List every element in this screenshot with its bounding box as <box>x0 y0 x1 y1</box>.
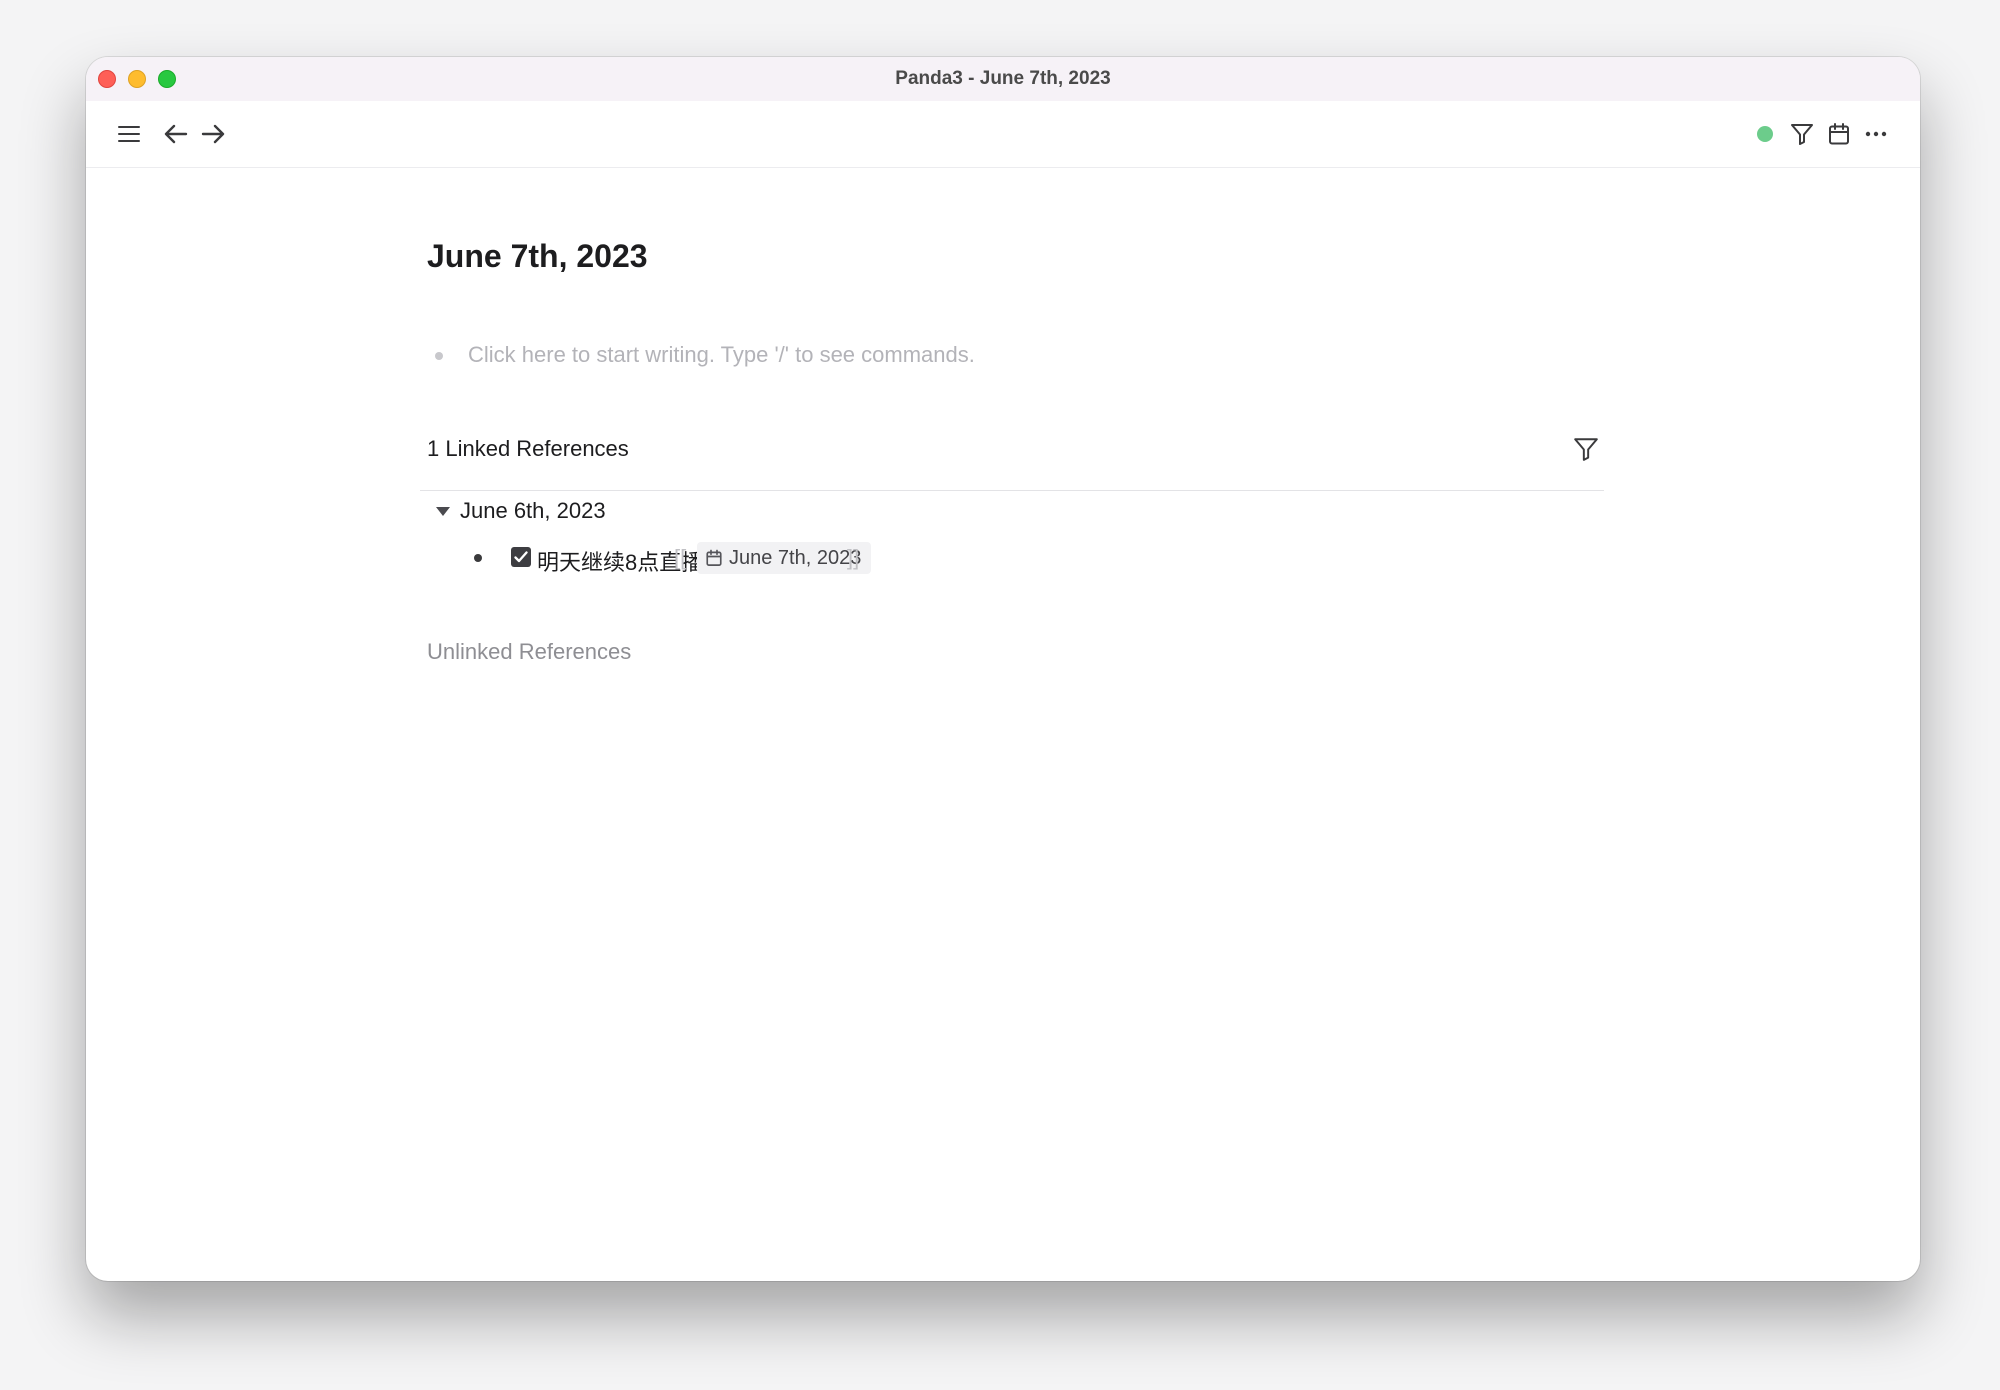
editor-placeholder[interactable]: Click here to start writing. Type '/' to… <box>468 342 975 368</box>
page-reference-text: June 7th, 2023 <box>729 546 862 569</box>
filter-icon[interactable] <box>1573 436 1599 462</box>
title-bar: Panda3 - June 7th, 2023 <box>86 57 1920 102</box>
linked-references-title: 1 Linked References <box>427 436 629 461</box>
page-content: June 7th, 2023 Click here to start writi… <box>86 168 1920 1281</box>
page-title[interactable]: June 7th, 2023 <box>427 238 648 275</box>
block-bullet[interactable] <box>474 554 482 562</box>
todo-checkbox[interactable] <box>511 547 531 567</box>
toolbar <box>86 101 1920 168</box>
window-title: Panda3 - June 7th, 2023 <box>895 68 1111 89</box>
empty-block-bullet[interactable] <box>435 352 443 360</box>
linked-references-header: 1 Linked References <box>420 430 1604 491</box>
collapse-caret-icon[interactable] <box>436 507 450 516</box>
more-icon[interactable] <box>1862 121 1890 147</box>
calendar-icon <box>706 549 722 566</box>
checkmark-icon <box>514 551 528 563</box>
page-reference-link[interactable]: June 7th, 2023 <box>697 542 872 574</box>
link-bracket-open: [[ <box>674 545 687 570</box>
filter-icon[interactable] <box>1789 121 1815 147</box>
arrow-left-icon[interactable] <box>162 120 190 148</box>
app-window: Panda3 - June 7th, 2023 June 7th, 2023 C… <box>86 57 1920 1281</box>
unlinked-references-title[interactable]: Unlinked References <box>427 639 631 665</box>
link-bracket-close: ]] <box>847 545 860 570</box>
reference-group-title[interactable]: June 6th, 2023 <box>460 498 606 524</box>
sync-status-dot <box>1757 126 1773 142</box>
calendar-icon[interactable] <box>1826 121 1852 147</box>
menu-icon[interactable] <box>115 120 143 148</box>
arrow-right-icon[interactable] <box>199 120 227 148</box>
